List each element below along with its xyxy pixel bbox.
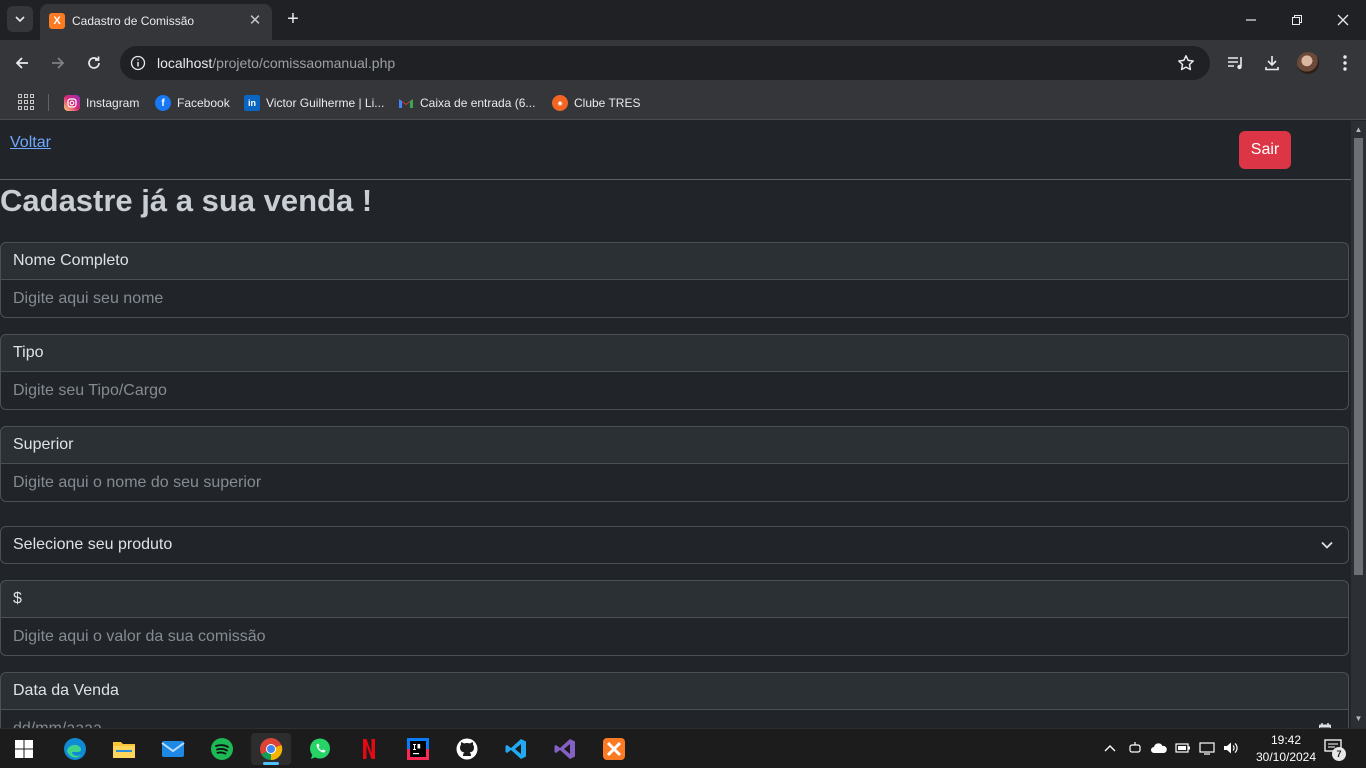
windows-taskbar: 19:42 30/10/2024 7 [0, 728, 1366, 768]
url-host: localhost [157, 55, 213, 71]
clube-tres-icon: ◉ [552, 95, 568, 111]
minimize-icon [1246, 19, 1256, 21]
chrome-icon[interactable] [251, 733, 291, 765]
clock-time: 19:42 [1270, 733, 1302, 747]
download-icon[interactable] [1260, 51, 1284, 75]
media-control-icon[interactable] [1224, 51, 1248, 75]
chevron-down-icon [1321, 541, 1333, 549]
bookmark-label: Victor Guilherme | Li... [266, 96, 385, 110]
bookmarks-bar: Instagram f Facebook in Victor Guilherme… [0, 86, 1366, 120]
xampp-favicon-icon: X [49, 13, 65, 29]
url-text: localhost/projeto/comissaomanual.php [157, 55, 395, 71]
profile-avatar[interactable] [1297, 52, 1319, 74]
superior-input[interactable]: Digite aqui o nome do seu superior [0, 464, 1349, 502]
nome-input[interactable]: Digite aqui seu nome [0, 280, 1349, 318]
new-tab-button[interactable]: + [282, 8, 304, 30]
bookmark-star-icon[interactable] [1176, 53, 1196, 73]
bookmark-label: Clube TRES [574, 96, 641, 110]
back-link[interactable]: Voltar [10, 134, 51, 152]
tipo-input[interactable]: Digite seu Tipo/Cargo [0, 372, 1349, 410]
visual-studio-icon[interactable] [545, 733, 585, 765]
reload-icon [88, 56, 100, 69]
windows-start-icon[interactable] [4, 733, 44, 765]
close-tab-icon[interactable]: ✕ [246, 12, 264, 30]
gmail-icon [398, 95, 414, 111]
scroll-thumb[interactable] [1354, 138, 1363, 575]
browser-tab-active[interactable]: X Cadastro de Comissão ✕ [40, 4, 272, 40]
clock-date: 30/10/2024 [1255, 750, 1317, 764]
bookmark-instagram[interactable]: Instagram [64, 92, 139, 114]
bookmark-facebook[interactable]: f Facebook [155, 92, 230, 114]
data-input[interactable]: dd/mm/aaaa [0, 710, 1349, 728]
logout-button[interactable]: Sair [1239, 131, 1291, 169]
close-window-button[interactable] [1331, 8, 1355, 32]
url-path: /projeto/comissaomanual.php [212, 55, 396, 71]
reload-button[interactable] [82, 51, 106, 75]
minimize-button[interactable] [1239, 8, 1263, 32]
mail-icon[interactable] [153, 733, 193, 765]
onedrive-cloud-icon[interactable] [1150, 739, 1168, 757]
instagram-icon [64, 95, 80, 111]
facebook-icon: f [155, 95, 171, 111]
site-info-icon[interactable] [129, 54, 147, 72]
bookmark-gmail[interactable]: Caixa de entrada (6... [398, 92, 535, 114]
produto-select[interactable]: Selecione seu produto [0, 526, 1349, 564]
bookmarks-divider [48, 94, 49, 111]
valor-label: $ [0, 580, 1349, 618]
tray-app-icon[interactable] [1126, 739, 1144, 757]
arrow-right-icon [52, 57, 65, 69]
taskbar-clock[interactable]: 19:42 30/10/2024 [1254, 732, 1318, 766]
page-viewport: Voltar Sair Cadastre já a sua venda ! No… [0, 121, 1351, 728]
bookmark-clube-tres[interactable]: ◉ Clube TRES [552, 92, 640, 114]
menu-kebab-icon[interactable] [1333, 51, 1357, 75]
arrow-left-icon [15, 57, 28, 69]
data-label: Data da Venda [0, 672, 1349, 710]
page-scrollbar[interactable]: ▲ ▼ [1351, 121, 1366, 728]
notification-center-icon[interactable]: 7 [1324, 739, 1346, 761]
tipo-label: Tipo [0, 334, 1349, 372]
scroll-up-arrow-icon[interactable]: ▲ [1354, 125, 1363, 135]
restore-button[interactable] [1285, 8, 1309, 32]
close-icon [1337, 14, 1349, 26]
bookmark-label: Facebook [177, 96, 230, 110]
notification-count-badge: 7 [1332, 747, 1346, 761]
tab-search-button[interactable] [7, 6, 33, 32]
xampp-icon[interactable] [594, 733, 634, 765]
network-icon[interactable] [1198, 739, 1216, 757]
tab-title: Cadastro de Comissão [72, 14, 195, 28]
file-explorer-icon[interactable] [104, 733, 144, 765]
forward-button[interactable] [46, 51, 70, 75]
produto-select-value: Selecione seu produto [13, 536, 173, 553]
github-icon[interactable] [447, 733, 487, 765]
nome-label: Nome Completo [0, 242, 1349, 280]
bookmark-label: Instagram [86, 96, 140, 110]
intellij-icon[interactable] [398, 733, 438, 765]
back-button[interactable] [10, 51, 34, 75]
spotify-icon[interactable] [202, 733, 242, 765]
tray-overflow-chevron-icon[interactable] [1101, 739, 1119, 757]
tab-strip: X Cadastro de Comissão ✕ + [0, 0, 1366, 40]
volume-icon[interactable] [1222, 739, 1240, 757]
superior-label: Superior [0, 426, 1349, 464]
browser-toolbar: localhost/projeto/comissaomanual.php [0, 40, 1366, 86]
edge-icon[interactable] [55, 733, 95, 765]
data-input-placeholder: dd/mm/aaaa [13, 720, 102, 728]
bookmark-label: Caixa de entrada (6... [420, 96, 536, 110]
address-bar[interactable]: localhost/projeto/comissaomanual.php [120, 46, 1210, 80]
linkedin-icon: in [244, 95, 260, 111]
restore-icon [1292, 15, 1302, 25]
chevron-down-icon [15, 16, 25, 22]
vscode-icon[interactable] [496, 733, 536, 765]
page-title: Cadastre já a sua venda ! [0, 183, 373, 218]
apps-grid-icon[interactable] [18, 94, 34, 110]
valor-input[interactable]: Digite aqui o valor da sua comissão [0, 618, 1349, 656]
header-divider [0, 179, 1351, 180]
whatsapp-icon[interactable] [300, 733, 340, 765]
battery-icon[interactable] [1174, 739, 1192, 757]
netflix-icon[interactable] [349, 733, 389, 765]
bookmark-linkedin[interactable]: in Victor Guilherme | Li... [244, 92, 384, 114]
scroll-down-arrow-icon[interactable]: ▼ [1354, 714, 1363, 724]
